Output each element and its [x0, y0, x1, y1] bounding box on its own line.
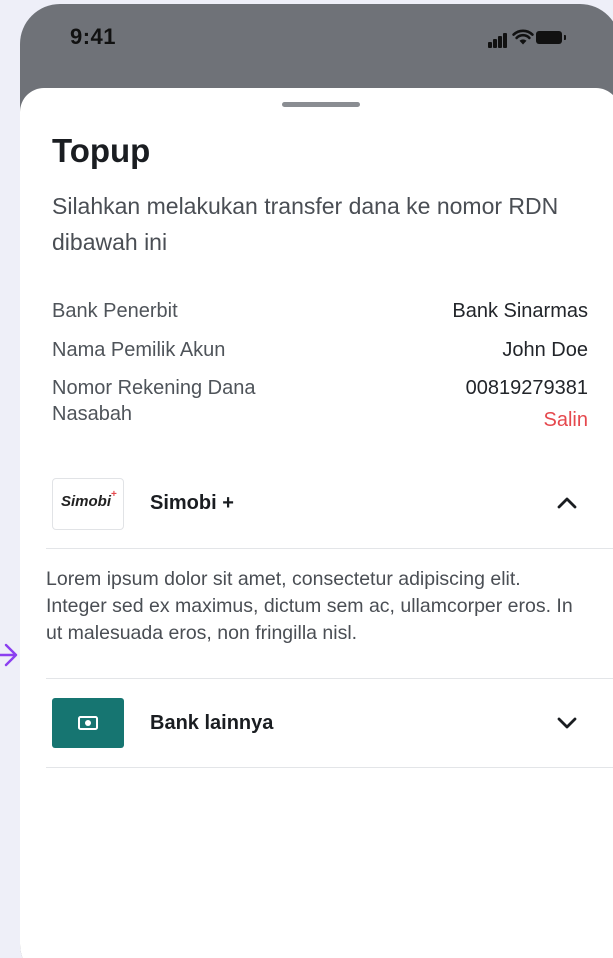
accordion-divider [46, 548, 613, 549]
accordion-other-banks-title: Bank lainnya [150, 712, 274, 734]
topup-bottom-sheet: Topup Silahkan melakukan transfer dana k… [20, 88, 613, 958]
chevron-up-icon[interactable] [556, 496, 578, 510]
accordion-simobi-body: Lorem ipsum dolor sit amet, consectetur … [46, 568, 573, 644]
status-time: 9:41 [70, 24, 117, 49]
wifi-icon [512, 29, 534, 45]
account-label: Nomor Rekening Dana Nasabah [52, 377, 256, 425]
status-icons [488, 28, 608, 48]
signal-icon-bar [503, 33, 507, 48]
arrow-right-icon [0, 643, 18, 667]
accordion-simobi[interactable]: Simobi + Simobi + [46, 478, 613, 554]
account-value: 00819279381 [465, 377, 588, 399]
simobi-logo: Simobi + [52, 478, 124, 530]
copy-account-button[interactable]: Salin [544, 409, 588, 432]
detail-row-account: Nomor Rekening Dana Nasabah 00819279381 … [52, 375, 588, 435]
owner-label: Nama Pemilik Akun [52, 339, 226, 361]
bank-label: Bank Penerbit [52, 300, 178, 322]
signal-icon-bar [493, 39, 497, 48]
bank-value: Bank Sinarmas [452, 300, 588, 322]
accordion-divider [46, 767, 613, 768]
page-subtitle: Silahkan melakukan transfer dana ke nomo… [52, 193, 559, 255]
owner-value: John Doe [502, 339, 588, 361]
bank-logo [52, 698, 124, 748]
simobi-logo-mark: + [111, 489, 117, 500]
battery-tip [564, 35, 566, 40]
signal-icon [488, 42, 492, 48]
accordion-other-banks[interactable]: Bank lainnya [46, 698, 613, 774]
phone-frame: 9:41 Topup Silahkan melakukan transfer d… [20, 4, 613, 958]
page-title: Topup [52, 132, 151, 169]
accordion-divider [46, 678, 613, 679]
battery-icon [536, 31, 562, 44]
money-icon [78, 716, 98, 730]
sheet-drag-handle[interactable] [282, 102, 360, 107]
chevron-down-icon[interactable] [556, 716, 578, 730]
accordion-simobi-title: Simobi + [150, 492, 234, 514]
simobi-logo-text: Simobi [61, 493, 112, 510]
signal-icon-bar [498, 36, 502, 48]
